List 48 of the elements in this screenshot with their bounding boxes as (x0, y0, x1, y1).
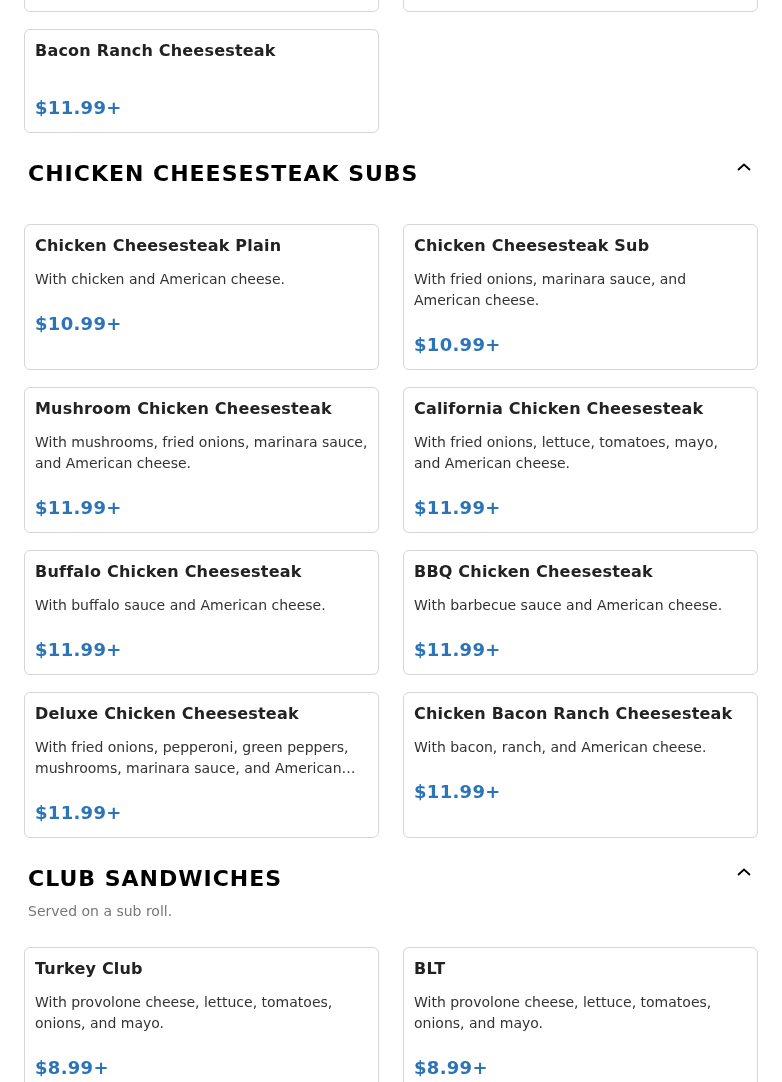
item-name: California Chicken Cheesesteak (414, 398, 705, 420)
menu-item-card[interactable]: Deluxe Chicken Cheesesteak With fried onions, pepperoni, green peppers, mushrooms, marinara sauce, and American… $11.99+ (24, 692, 379, 838)
item-price: $8.99+ (414, 1056, 489, 1080)
item-name: BBQ Chicken Cheesesteak (414, 561, 654, 583)
item-description: With fried onions, lettuce, tomatoes, mayo, and American cheese. (414, 433, 719, 473)
item-price: $11.99+ (414, 496, 502, 520)
item-name: Chicken Bacon Ranch Cheesesteak (414, 703, 734, 725)
chevron-icon[interactable] (737, 163, 751, 171)
menu-item-card[interactable]: BLT With provolone cheese, lettuce, tomatoes, onions, and mayo. $8.99+ (403, 947, 758, 1082)
item-price: $10.99+ (414, 333, 502, 357)
item-price: $11.99+ (35, 801, 123, 825)
item-name: Chicken Cheesesteak Plain (35, 235, 283, 257)
item-description: With barbecue sauce and American cheese. (414, 596, 724, 615)
menu-item-card[interactable]: BBQ Chicken Cheesesteak With barbecue sauce and American cheese. $11.99+ (403, 550, 758, 675)
menu-item-card[interactable]: California Chicken Cheesesteak With fried onions, lettuce, tomatoes, mayo, and American cheese. $11.99+ (403, 387, 758, 533)
item-description: With fried onions, marinara sauce, and American cheese. (414, 270, 688, 310)
menu-item-card[interactable]: Turkey Club With provolone cheese, lettuce, tomatoes, onions, and mayo. $8.99+ (24, 947, 379, 1082)
section-subtitle: Served on a sub roll. (28, 902, 174, 921)
menu-item-card[interactable]: Chicken Bacon Ranch Cheesesteak With bacon, ranch, and American cheese. $11.99+ (403, 692, 758, 838)
menu-item-card[interactable]: Chicken Cheesesteak Sub With fried onions, marinara sauce, and American cheese. $10.99+ (403, 224, 758, 370)
item-description: With buffalo sauce and American cheese. (35, 596, 327, 615)
item-price: $11.99+ (35, 96, 123, 120)
item-price: $8.99+ (35, 1056, 110, 1080)
item-description: With provolone cheese, lettuce, tomatoes, onions, and mayo. (414, 993, 713, 1033)
chevron-icon[interactable] (737, 868, 751, 876)
section-heading: CHICKEN CHEESESTEAK SUBS (28, 160, 419, 188)
item-name: Turkey Club (35, 958, 144, 980)
item-name: Mushroom Chicken Cheesesteak (35, 398, 333, 420)
item-description: With mushrooms, fried onions, marinara sauce, and American cheese. (35, 433, 368, 473)
item-description: With fried onions, pepperoni, green peppers, mushrooms, marinara sauce, and American… (35, 738, 357, 778)
menu-item-card[interactable]: Mushroom Chicken Cheesesteak With mushrooms, fried onions, marinara sauce, and American cheese. $11.99+ (24, 387, 379, 533)
item-description: With chicken and American cheese. (35, 270, 286, 289)
item-price: $11.99+ (414, 638, 502, 662)
menu-item-card[interactable]: Bacon Ranch Cheesesteak $11.99+ (24, 29, 379, 133)
menu-item-card[interactable]: Chicken Cheesesteak Plain With chicken and American cheese. $10.99+ (24, 224, 379, 370)
item-price: $11.99+ (414, 780, 502, 804)
section-heading: CLUB SANDWICHES (28, 865, 283, 893)
item-name: Chicken Cheesesteak Sub (414, 235, 651, 257)
item-description: With provolone cheese, lettuce, tomatoes, onions, and mayo. (35, 993, 334, 1033)
item-name: Bacon Ranch Cheesesteak (35, 40, 277, 62)
menu-item-card[interactable]: Buffalo Chicken Cheesesteak With buffalo sauce and American cheese. $11.99+ (24, 550, 379, 675)
item-price: $10.99+ (35, 312, 123, 336)
item-description: With bacon, ranch, and American cheese. (414, 738, 708, 757)
item-name: Deluxe Chicken Cheesesteak (35, 703, 300, 725)
item-price: $11.99+ (35, 496, 123, 520)
item-name: Buffalo Chicken Cheesesteak (35, 561, 303, 583)
item-name: BLT (414, 958, 447, 980)
item-price: $11.99+ (35, 638, 123, 662)
